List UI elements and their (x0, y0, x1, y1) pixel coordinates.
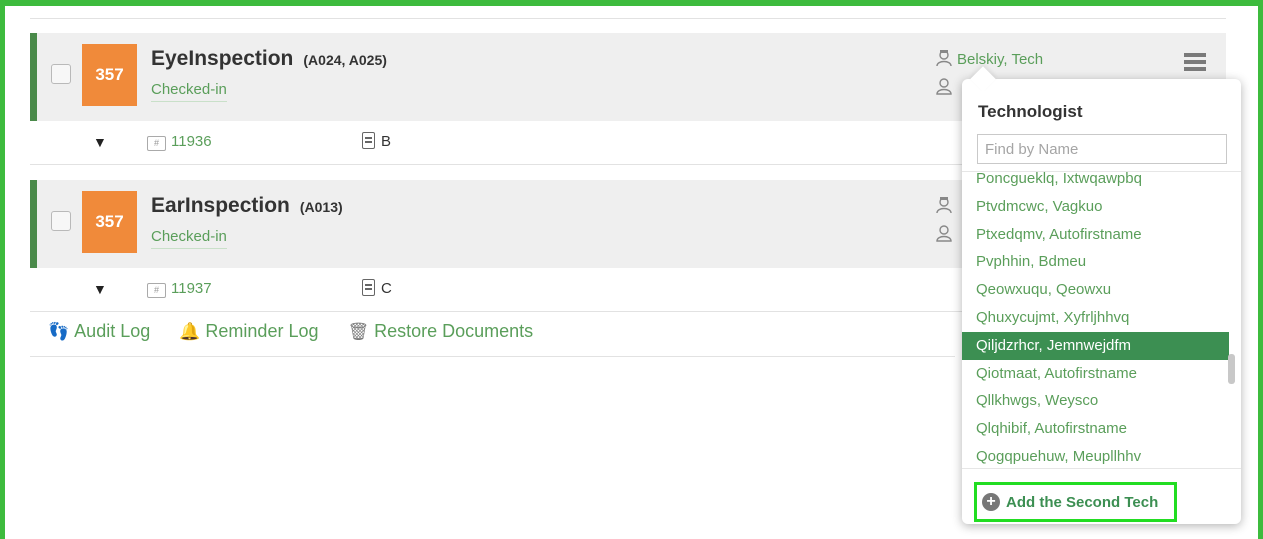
radiologist-assignment[interactable] (935, 77, 957, 96)
technologist-option[interactable]: Poncgueklq, Ixtwqawpbq (962, 172, 1229, 193)
trash-restore-icon: 🗑 (347, 322, 370, 341)
doctor-icon (936, 78, 952, 95)
accession-icon: # (147, 283, 166, 298)
expand-triangle-icon[interactable]: ▼ (93, 134, 107, 150)
document-indicator[interactable]: C (362, 279, 392, 297)
radiologist-assignment[interactable] (935, 224, 957, 243)
technologist-option[interactable]: Qiljdzrhcr, Jemnwejdfm (962, 331, 1229, 360)
document-label: B (381, 133, 392, 150)
accession-icon: # (147, 136, 166, 151)
document-icon (362, 279, 375, 296)
technologist-option[interactable]: Pvphhin, Bdmeu (962, 248, 1229, 276)
reminder-log-label: Reminder Log (205, 321, 319, 341)
divider (30, 356, 955, 357)
order-checkbox[interactable] (51, 64, 71, 84)
audit-log-link[interactable]: 👣 Audit Log (48, 321, 150, 342)
procedure-title: EarInspection (A013) (151, 194, 343, 218)
technologist-icon (936, 50, 952, 67)
technologist-option[interactable]: Qiotmaat, Autofirstname (962, 360, 1229, 388)
status-link[interactable]: Checked-in (151, 228, 227, 249)
document-label: C (381, 280, 392, 297)
status-link[interactable]: Checked-in (151, 81, 227, 102)
order-number-badge: 357 (82, 44, 137, 106)
plus-circle-icon: + (982, 493, 1000, 511)
order-number-badge: 357 (82, 191, 137, 253)
procedure-codes: (A024, A025) (303, 52, 387, 68)
order-checkbox[interactable] (51, 211, 71, 231)
technologist-option[interactable]: Ptxedqmv, Autofirstname (962, 221, 1229, 249)
restore-documents-link[interactable]: 🗑 Restore Documents (348, 321, 534, 342)
technologist-option[interactable]: Qlqhibif, Autofirstname (962, 415, 1229, 443)
restore-documents-label: Restore Documents (374, 321, 534, 341)
divider (30, 18, 1226, 19)
accession-number: 11936 (171, 133, 212, 150)
procedure-name: EyeInspection (151, 47, 294, 70)
scrollbar[interactable] (1228, 354, 1235, 384)
technologist-option[interactable]: Qllkhwgs, Weysco (962, 387, 1229, 415)
technologist-option[interactable]: Ptvdmcwc, Vagkuo (962, 193, 1229, 221)
accession-link[interactable]: #11936 (147, 133, 212, 151)
add-second-tech-button[interactable]: + Add the Second Tech (974, 482, 1177, 522)
bell-icon: 🔔 (179, 322, 201, 341)
technologist-list[interactable]: Poncgueklq, Ixtwqawpbq Ptvdmcwc, Vagkuo Pt… (962, 171, 1241, 469)
procedure-title: EyeInspection (A024, A025) (151, 47, 387, 71)
procedure-name: EarInspection (151, 194, 290, 217)
accession-link[interactable]: #11937 (147, 280, 212, 298)
footprints-icon: 👣 (48, 322, 70, 341)
doctor-icon (936, 225, 952, 242)
technologist-assignment[interactable]: Belskiy, Tech (935, 49, 1043, 68)
document-indicator[interactable]: B (362, 132, 391, 150)
technologist-option[interactable]: Qeowxuqu, Qeowxu (962, 276, 1229, 304)
technologist-name: Belskiy, Tech (957, 51, 1044, 68)
document-icon (362, 132, 375, 149)
technologist-option[interactable]: Qogqpuehuw, Meupllhhv (962, 443, 1229, 468)
procedure-codes: (A013) (299, 199, 343, 215)
technologist-popup: Technologist Poncgueklq, IxtwqawpbqPtvdm… (962, 66, 1241, 524)
technologist-icon (936, 197, 952, 214)
find-by-name-input[interactable] (977, 134, 1227, 164)
technologist-assignment[interactable] (935, 196, 957, 215)
hamburger-menu-icon[interactable] (1184, 53, 1206, 74)
expand-triangle-icon[interactable]: ▼ (93, 281, 107, 297)
audit-log-label: Audit Log (74, 321, 151, 341)
popup-title: Technologist (978, 102, 1083, 121)
footer-links: 👣 Audit Log 🔔 Reminder Log 🗑 Restore Docume… (48, 321, 557, 342)
reminder-log-link[interactable]: 🔔 Reminder Log (179, 321, 318, 342)
add-second-tech-label: Add the Second Tech (1006, 493, 1159, 511)
accession-number: 11937 (171, 280, 212, 297)
technologist-option[interactable]: Qhuxycujmt, Xyfrljhhvq (962, 304, 1229, 332)
